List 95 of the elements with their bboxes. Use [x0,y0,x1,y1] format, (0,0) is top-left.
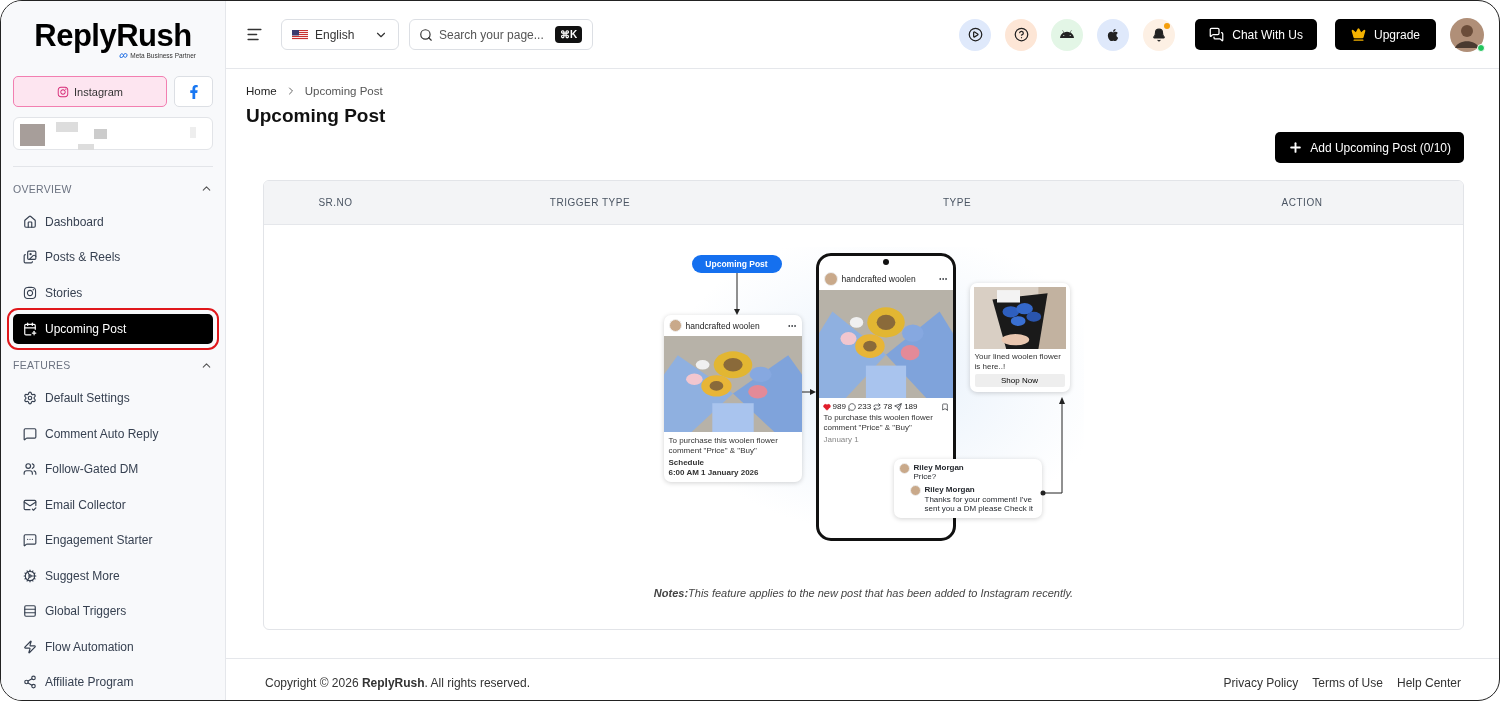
repost-icon [873,402,882,411]
upgrade-button[interactable]: Upgrade [1334,19,1436,50]
footer-link[interactable]: Terms of Use [1312,675,1383,690]
dm-message: Your lined woolen flower is here..! [973,352,1062,372]
calendar-plus-icon [23,321,37,336]
nav-item[interactable]: Follow-Gated DM [13,451,213,487]
chat-icon [23,426,37,441]
heart-icon [822,402,831,411]
post-caption: To purchase this woolen flower comment "Price" & "Buy" [667,436,779,456]
video-button[interactable] [959,18,992,51]
crown-icon [1350,27,1366,42]
notification-button[interactable] [1143,18,1176,51]
account-name: handcrafted woolen [841,274,917,284]
camera-icon [23,285,37,300]
send-icon [894,402,903,411]
add-button[interactable]: Add Upcoming Post (0/10) [1275,132,1464,163]
help-icon [1013,27,1029,42]
user-avatar[interactable] [1450,17,1484,52]
platform-tab[interactable]: Instagram [13,76,167,107]
apple-button[interactable] [1097,18,1130,51]
share-icon [23,675,37,690]
avatar-icon [898,463,910,474]
shop-button[interactable]: Shop Now [974,374,1065,388]
menu-icon[interactable] [246,26,263,43]
nav-item[interactable]: Posts & Reels [13,239,213,275]
plus-icon [1288,140,1304,155]
like-count: 989 [832,402,846,411]
breadcrumb-link[interactable]: Home [246,85,277,97]
settings-icon [23,391,37,406]
column-header: TRIGGER TYPE [548,197,632,208]
nav-item[interactable]: Dashboard [13,204,213,240]
comment-text: Thanks for your comment! I've sent you a DM please Check it [924,494,1034,513]
people-icon [23,462,37,477]
comment-author: Riley Morgan [924,485,976,495]
nav-item[interactable]: Comment Auto Reply [13,416,213,452]
post-caption: To purchase this woolen flower comment "Price" & "Buy" [822,413,934,433]
camera-dot [882,259,889,265]
avatar-icon [909,485,921,497]
upcoming-tag: Upcoming Post [691,255,782,273]
shortcut-badge: ⌘K [555,26,583,43]
nav-item[interactable]: Default Settings [13,380,213,416]
comment-author: Riley Morgan [913,463,964,473]
language-select[interactable]: English [281,19,399,50]
android-button[interactable] [1051,18,1084,51]
arrow [801,389,816,395]
column-header: SR.NO [317,197,354,208]
comment-text: Price? [913,472,938,482]
comment-icon [847,402,856,411]
arrow [733,273,740,315]
repost-count: 78 [883,402,893,411]
breadcrumb-link[interactable]: Upcoming Post [304,85,383,97]
bookmark-icon [940,402,949,411]
column-header: ACTION [1280,197,1324,208]
note-text: Notes:This feature applies to the new post that has been added to Instagram recently. [653,587,1074,599]
facebook-button[interactable] [174,76,213,107]
images-icon [23,250,37,265]
nav-item[interactable]: Affiliate Program [13,664,213,700]
flag-icon [292,29,308,40]
page-title: Upcoming Post [246,105,387,127]
section-title: OVERVIEW [13,182,72,195]
gear-icon [23,568,37,583]
share-count: 189 [904,402,918,411]
copyright-text: Copyright © 2026 ReplyRush. All rights reserved. [265,675,530,690]
section-title: FEATURES [13,359,71,371]
lightning-icon [23,639,37,654]
apple-icon [1106,27,1121,42]
home-icon [23,214,37,229]
post-date: January 1 [822,435,860,445]
mail-icon [23,497,37,512]
avatar-icon [823,272,838,286]
chat-icon [1209,27,1225,42]
play-icon [967,27,983,42]
nav-item[interactable]: Suggest More [13,558,213,594]
meta-logo [119,53,129,58]
nav-item[interactable]: Engagement Starter [13,522,213,558]
brand-logo: ReplyRush [34,19,192,53]
footer-link[interactable]: Help Center [1396,675,1461,690]
list-icon [23,604,37,619]
schedule-label: Schedule [667,458,706,468]
instagram-icon [57,85,70,98]
search-bar[interactable]: Search your page... ⌘K [409,19,593,50]
footer-link[interactable]: Privacy Policy [1223,675,1299,690]
nav-item[interactable]: Global Triggers [13,593,213,629]
search-icon [419,27,433,42]
nav-item[interactable]: Flow Automation [13,629,213,665]
column-header: TYPE [941,197,973,208]
nav-item[interactable]: Stories [13,275,213,311]
comment-count: 233 [857,402,872,411]
schedule-time: 6:00 AM 1 January 2026 [667,467,760,478]
chat-button[interactable]: Chat With Us [1195,19,1317,50]
account-name: handcrafted woolen [685,320,761,331]
nav-item[interactable]: Email Collector [13,487,213,523]
help-button[interactable] [1005,18,1038,51]
bell-icon [1152,27,1167,42]
avatar-icon [668,319,682,332]
